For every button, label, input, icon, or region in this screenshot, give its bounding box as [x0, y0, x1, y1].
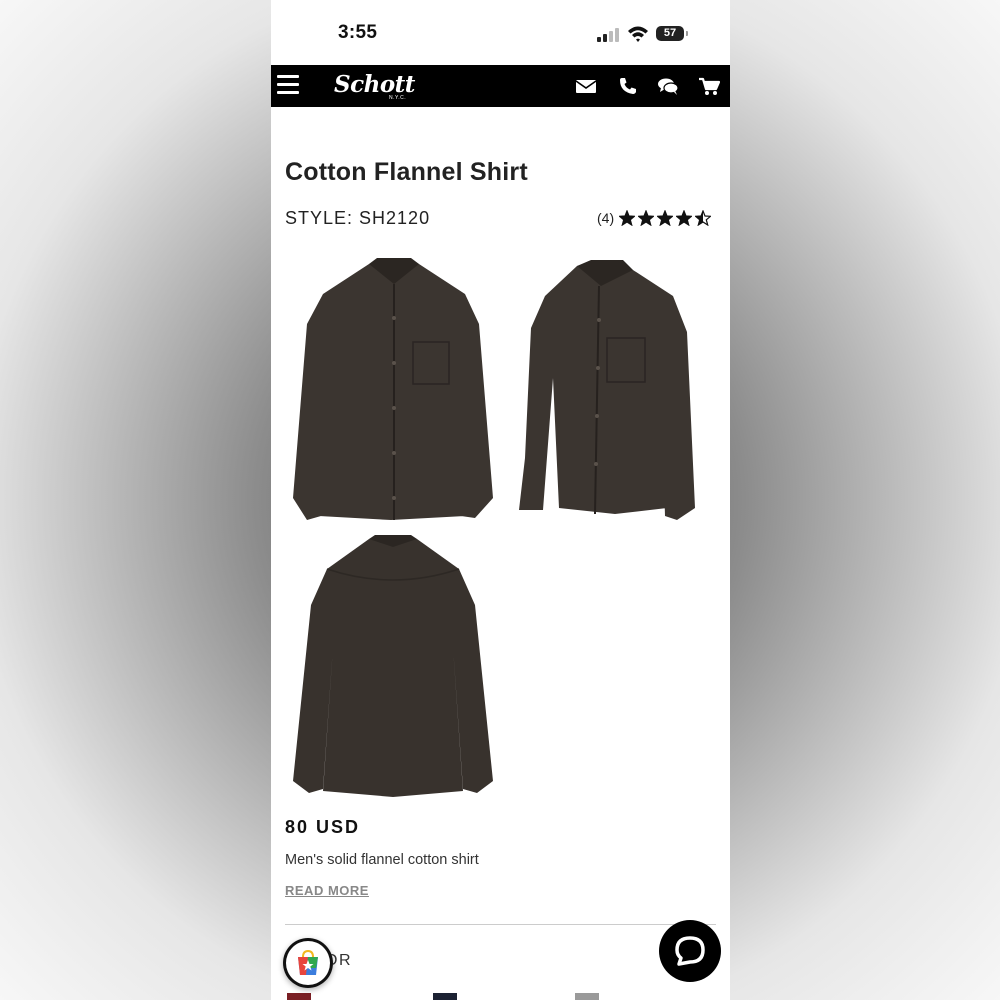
signal-icon	[597, 28, 621, 42]
live-chat-button[interactable]	[659, 920, 721, 982]
status-bar: 3:55 57	[271, 0, 730, 65]
wifi-icon	[628, 26, 648, 42]
phone-icon[interactable]	[617, 75, 639, 97]
cart-icon[interactable]	[698, 75, 720, 97]
color-swatch-navy[interactable]	[433, 993, 457, 1000]
battery-level: 57	[663, 27, 677, 39]
shopping-badge-button[interactable]	[283, 938, 333, 988]
battery-tip	[686, 31, 688, 36]
status-time: 3:55	[338, 22, 378, 43]
star-full-icon	[638, 210, 655, 226]
brand-logo-sub: N.Y.C.	[389, 95, 407, 101]
menu-icon[interactable]	[277, 75, 299, 97]
star-half-icon	[695, 210, 712, 226]
phone-screen: 3:55 57 Schott N.Y.C. Cotton Flannel Shi…	[271, 0, 730, 1000]
chat-icon[interactable]	[657, 75, 679, 97]
rating-stars	[619, 210, 712, 226]
top-nav: Schott N.Y.C.	[271, 65, 730, 107]
color-swatch-grey[interactable]	[575, 993, 599, 1000]
product-title: Cotton Flannel Shirt	[285, 158, 528, 186]
chat-bubble-icon	[675, 936, 705, 966]
product-description: Men's solid flannel cotton shirt	[285, 852, 479, 868]
star-full-icon	[676, 210, 693, 226]
review-count: (4)	[597, 210, 615, 226]
star-full-icon	[619, 210, 636, 226]
shopping-bag-icon	[298, 949, 318, 975]
brand-logo[interactable]: Schott	[334, 71, 415, 98]
product-price: 80 USD	[285, 817, 361, 837]
shirt-front-image[interactable]	[289, 258, 499, 523]
star-full-icon	[657, 210, 674, 226]
shirt-side-image[interactable]	[515, 258, 700, 523]
color-swatch-burgundy[interactable]	[287, 993, 311, 1000]
read-more-link[interactable]: READ MORE	[285, 883, 369, 898]
shirt-back-image[interactable]	[291, 535, 496, 800]
section-divider	[285, 924, 716, 925]
product-rating[interactable]: (4)	[597, 208, 712, 228]
style-number: STYLE: SH2120	[285, 208, 431, 228]
mail-icon[interactable]	[575, 75, 597, 97]
battery-icon: 57	[656, 26, 684, 41]
